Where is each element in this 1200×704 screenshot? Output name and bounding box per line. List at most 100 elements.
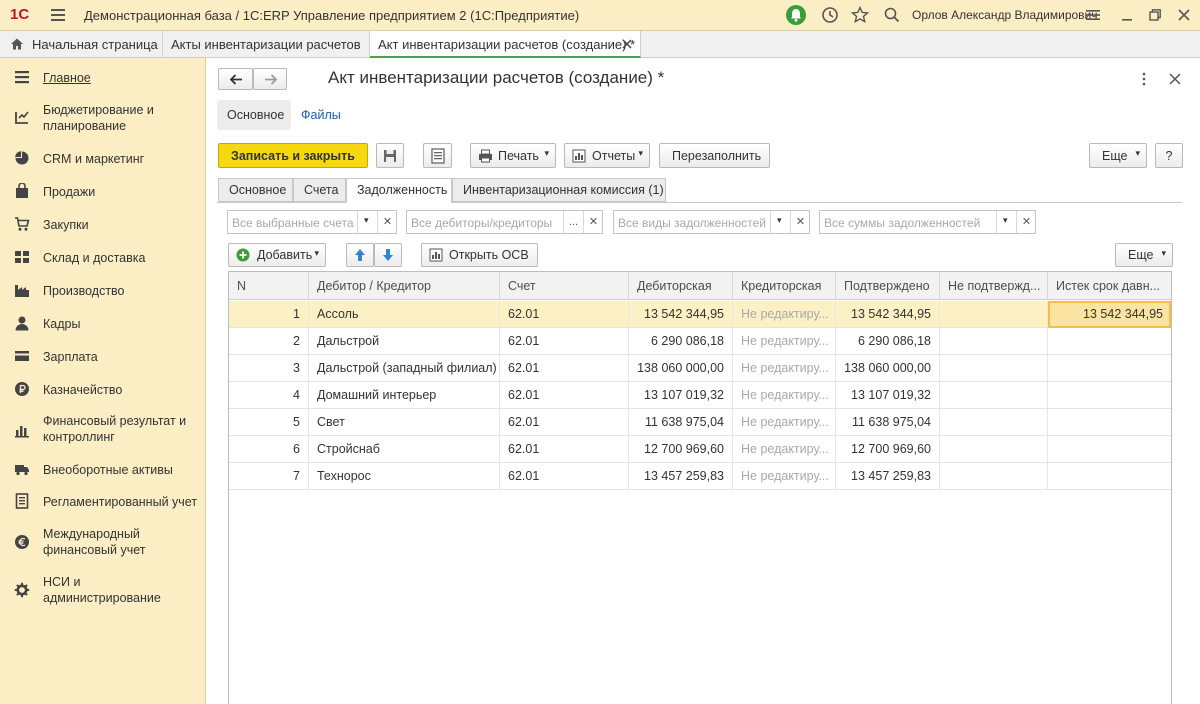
section-tab-main[interactable]: Основное	[217, 100, 291, 130]
open-osv-button[interactable]: Открыть ОСВ	[421, 243, 538, 267]
table-more-button[interactable]: Еще ▾	[1115, 243, 1173, 267]
cell-party[interactable]: Дальстрой	[309, 328, 500, 355]
table-row[interactable]: 5 Свет 62.01 11 638 975,04 Не редактиру.…	[229, 409, 1171, 436]
current-user[interactable]: Орлов Александр Владимирович	[912, 8, 1098, 22]
column-header-credit[interactable]: Кредиторская	[733, 272, 836, 300]
sidebar-item-ifrs[interactable]: Международный финансовый учет	[0, 525, 206, 559]
print-button[interactable]: Печать ▾	[470, 143, 556, 168]
table-row[interactable]: 7 Технорос 62.01 13 457 259,83 Не редакт…	[229, 463, 1171, 490]
sidebar-item-warehouse[interactable]: Склад и доставка	[0, 248, 206, 268]
restore-icon[interactable]	[1145, 5, 1165, 25]
cell-debit[interactable]: 13 107 019,32	[629, 382, 733, 409]
table-row[interactable]: 2 Дальстрой 62.01 6 290 086,18 Не редакт…	[229, 328, 1171, 355]
dropdown-arrow[interactable]: ▾	[996, 211, 1016, 233]
favorites-star-icon[interactable]	[850, 5, 870, 25]
search-icon[interactable]	[882, 5, 902, 25]
sidebar-item-regulated-accounting[interactable]: Регламентированный учет	[0, 492, 206, 512]
cell-confirmed[interactable]: 13 457 259,83	[836, 463, 940, 490]
cell-party[interactable]: Свет	[309, 409, 500, 436]
cell-expired[interactable]	[1048, 382, 1171, 409]
sidebar-item-purchases[interactable]: Закупки	[0, 215, 206, 235]
dropdown-arrow[interactable]: ▾	[770, 211, 790, 233]
cell-debit[interactable]: 138 060 000,00	[629, 355, 733, 382]
close-tab-icon[interactable]	[622, 39, 632, 49]
cell-account[interactable]: 62.01	[500, 409, 629, 436]
minimize-icon[interactable]	[1117, 5, 1137, 25]
save-button[interactable]	[376, 143, 404, 168]
subtab-main[interactable]: Основное	[218, 178, 293, 202]
cell-account[interactable]: 62.01	[500, 382, 629, 409]
clear-icon[interactable]: ✕	[1016, 211, 1036, 233]
clear-icon[interactable]: ✕	[790, 211, 810, 233]
sidebar-item-treasury[interactable]: Казначейство	[0, 380, 206, 400]
column-header-confirmed[interactable]: Подтверждено	[836, 272, 940, 300]
cell-party[interactable]: Домашний интерьер	[309, 382, 500, 409]
cell-expired[interactable]	[1048, 436, 1171, 463]
dropdown-arrow[interactable]: ▾	[357, 211, 377, 233]
notifications-bell-icon[interactable]	[786, 5, 806, 25]
add-row-button[interactable]: Добавить ▾	[228, 243, 326, 267]
move-up-button[interactable]	[346, 243, 374, 267]
tab-inventory-act-create[interactable]: Акт инвентаризации расчетов (создание) *	[370, 31, 641, 58]
cell-party[interactable]: Дальстрой (западный филиал)	[309, 355, 500, 382]
main-menu-icon[interactable]	[50, 6, 66, 24]
cell-debit[interactable]: 11 638 975,04	[629, 409, 733, 436]
cell-account[interactable]: 62.01	[500, 301, 629, 328]
forward-button[interactable]	[253, 68, 287, 90]
sidebar-item-budgeting[interactable]: Бюджетирование и планирование	[0, 101, 206, 135]
refill-button[interactable]: Перезаполнить	[659, 143, 770, 168]
cell-unconfirmed[interactable]	[940, 436, 1048, 463]
cell-confirmed[interactable]: 138 060 000,00	[836, 355, 940, 382]
cell-debit[interactable]: 12 700 969,60	[629, 436, 733, 463]
cell-debit[interactable]: 6 290 086,18	[629, 328, 733, 355]
cell-unconfirmed[interactable]	[940, 301, 1048, 328]
sidebar-item-production[interactable]: Производство	[0, 281, 206, 301]
post-document-button[interactable]	[423, 143, 452, 168]
sidebar-item-hr[interactable]: Кадры	[0, 314, 206, 334]
tab-home-page[interactable]: Начальная страница	[0, 31, 163, 58]
cell-expired[interactable]	[1048, 463, 1171, 490]
save-and-close-button[interactable]: Записать и закрыть	[218, 143, 368, 168]
cell-party[interactable]: Ассоль	[309, 301, 500, 328]
sidebar-item-main[interactable]: Главное	[0, 68, 206, 88]
cell-confirmed[interactable]: 6 290 086,18	[836, 328, 940, 355]
sidebar-item-fixed-assets[interactable]: Внеоборотные активы	[0, 460, 206, 480]
subtab-accounts[interactable]: Счета	[293, 178, 346, 202]
accounts-filter[interactable]: Все выбранные счета ▾ ✕	[227, 210, 397, 234]
clear-icon[interactable]: ✕	[377, 211, 397, 233]
cell-confirmed[interactable]: 12 700 969,60	[836, 436, 940, 463]
column-header-unconfirmed[interactable]: Не подтвержд...	[940, 272, 1048, 300]
debt-amount-filter[interactable]: Все суммы задолженностей ▾ ✕	[819, 210, 1036, 234]
reports-button[interactable]: Отчеты ▾	[564, 143, 650, 168]
more-vertical-icon[interactable]	[1141, 72, 1147, 86]
column-header-expired[interactable]: Истек срок давн...	[1048, 272, 1171, 300]
sidebar-item-salary[interactable]: Зарплата	[0, 347, 206, 367]
cell-account[interactable]: 62.01	[500, 463, 629, 490]
subtab-commission[interactable]: Инвентаризационная комиссия (1)	[452, 178, 666, 202]
cell-debit[interactable]: 13 542 344,95	[629, 301, 733, 328]
close-window-icon[interactable]	[1174, 5, 1194, 25]
debt-type-filter[interactable]: Все виды задолженностей ▾ ✕	[613, 210, 810, 234]
cell-confirmed[interactable]: 13 107 019,32	[836, 382, 940, 409]
tab-inventory-acts[interactable]: Акты инвентаризации расчетов	[163, 31, 370, 58]
cell-unconfirmed[interactable]	[940, 355, 1048, 382]
back-button[interactable]	[218, 68, 253, 90]
cell-unconfirmed[interactable]	[940, 463, 1048, 490]
close-form-icon[interactable]	[1169, 73, 1181, 85]
subtab-debts[interactable]: Задолженность	[346, 178, 452, 203]
cell-party[interactable]: Стройснаб	[309, 436, 500, 463]
move-down-button[interactable]	[374, 243, 402, 267]
cell-account[interactable]: 62.01	[500, 355, 629, 382]
table-row[interactable]: 3 Дальстрой (западный филиал) 62.01 138 …	[229, 355, 1171, 382]
column-header-n[interactable]: N	[229, 272, 309, 300]
cell-account[interactable]: 62.01	[500, 328, 629, 355]
cell-expired[interactable]	[1048, 355, 1171, 382]
section-tab-files[interactable]: Файлы	[301, 108, 341, 122]
table-row[interactable]: 4 Домашний интерьер 62.01 13 107 019,32 …	[229, 382, 1171, 409]
cell-account[interactable]: 62.01	[500, 436, 629, 463]
cell-unconfirmed[interactable]	[940, 328, 1048, 355]
cell-expired[interactable]	[1048, 328, 1171, 355]
cell-confirmed[interactable]: 13 542 344,95	[836, 301, 940, 328]
table-row[interactable]: 6 Стройснаб 62.01 12 700 969,60 Не редак…	[229, 436, 1171, 463]
sidebar-item-financial-result[interactable]: Финансовый результат и контроллинг	[0, 412, 206, 446]
